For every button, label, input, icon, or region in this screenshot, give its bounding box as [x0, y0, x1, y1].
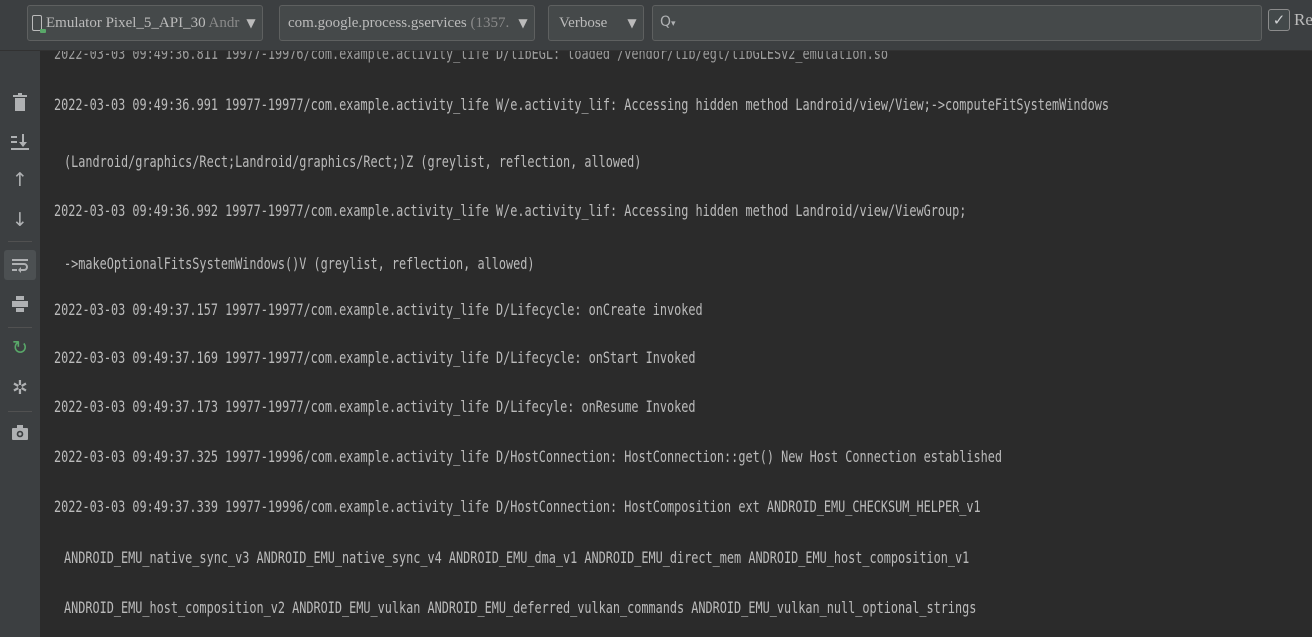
search-input[interactable] [652, 5, 1262, 41]
log-line: 2022-03-03 09:49:37.157 19977-19977/com.… [54, 300, 703, 319]
log-line: 2022-03-03 09:49:36.991 19977-19977/com.… [54, 95, 1109, 114]
process-name: com.google.process.gservices [288, 14, 467, 31]
settings-icon[interactable]: ✲ [4, 373, 36, 403]
process-selector[interactable]: com.google.process.gservices (1357. ▼ [279, 5, 535, 41]
device-selector[interactable]: Emulator Pixel_5_API_30 Andrc ▼ [27, 5, 263, 41]
chevron-down-icon: ▼ [246, 16, 256, 30]
process-suffix: (1357. [470, 14, 510, 31]
log-line: 2022-03-03 09:49:36.992 19977-19977/com.… [54, 201, 967, 220]
down-arrow-icon[interactable]: ↓ [4, 205, 36, 235]
log-level-selector[interactable]: Verbose ▼ [548, 5, 644, 41]
log-line: 2022-03-03 09:49:37.173 19977-19977/com.… [54, 397, 696, 416]
chevron-down-icon: ▼ [627, 16, 637, 30]
trash-icon[interactable] [4, 87, 36, 117]
restart-icon[interactable]: ↻ [4, 333, 36, 363]
log-line: 2022-03-03 09:49:36.811 19977-19976/com.… [54, 51, 889, 63]
regex-checkbox[interactable]: ✓ [1268, 9, 1290, 31]
log-line: ANDROID_EMU_native_sync_v3 ANDROID_EMU_n… [64, 548, 970, 567]
logcat-output[interactable]: 2022-03-03 09:49:36.811 19977-19976/com.… [40, 51, 1312, 637]
chevron-down-icon: ▼ [518, 16, 528, 30]
regex-toggle[interactable]: ✓ Re [1268, 9, 1312, 31]
device-suffix: Andrc [208, 14, 240, 31]
regex-label: Re [1294, 10, 1312, 29]
up-arrow-icon[interactable]: ↑ [4, 165, 36, 195]
log-line: 2022-03-03 09:49:37.169 19977-19977/com.… [54, 348, 696, 367]
search-icon: Q▾ [660, 14, 676, 30]
scroll-to-end-icon[interactable] [4, 127, 36, 157]
log-level-value: Verbose [559, 14, 608, 31]
log-line: ANDROID_EMU_host_composition_v2 ANDROID_… [64, 598, 977, 617]
log-line: 2022-03-03 09:49:37.339 19977-19996/com.… [54, 497, 981, 516]
device-icon [32, 15, 46, 33]
log-line: 2022-03-03 09:49:37.325 19977-19996/com.… [54, 447, 1003, 466]
print-icon[interactable] [4, 289, 36, 319]
log-line: ->makeOptionalFitsSystemWindows()V (grey… [64, 254, 535, 273]
log-line: (Landroid/graphics/Rect;Landroid/graphic… [64, 152, 642, 171]
screenshot-icon[interactable] [4, 417, 36, 447]
soft-wrap-icon[interactable] [4, 250, 36, 280]
device-name: Emulator Pixel_5_API_30 [46, 14, 206, 31]
logcat-toolbar: Emulator Pixel_5_API_30 Andrc ▼ com.goog… [0, 0, 1312, 51]
logcat-side-toolbar: ↑ ↓ ↻ ✲ [0, 51, 40, 637]
